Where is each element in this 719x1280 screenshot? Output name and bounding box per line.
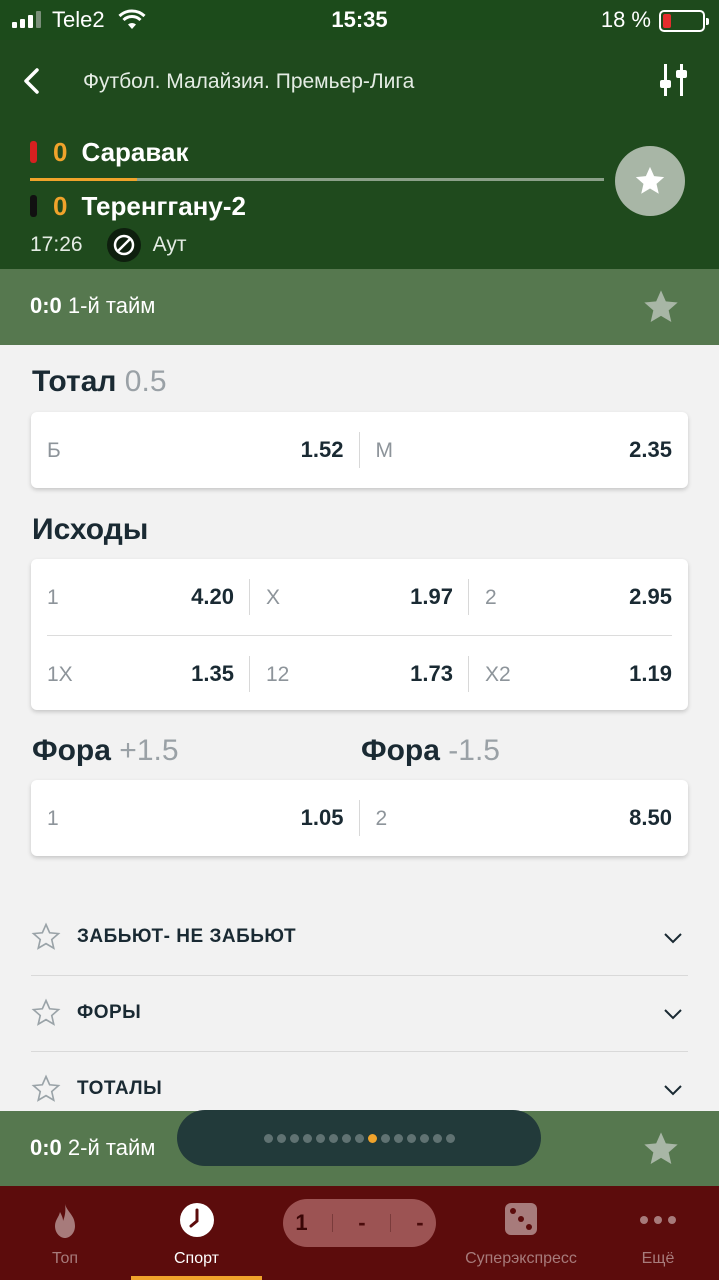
page-indicator[interactable]	[177, 1110, 541, 1166]
star-outline-icon[interactable]	[31, 922, 61, 952]
outcomes-card: 1 4.20 X 1.97 2 2.95 1X 1.35 12 1.73 X2 1.19	[31, 559, 688, 710]
team-away-name: Теренггану-2	[81, 190, 246, 221]
team-away-color-mark	[30, 195, 37, 217]
page-dot[interactable]	[263, 1133, 273, 1143]
status-bar: Tele2 15:35 18 %	[0, 0, 719, 40]
favorite-match-button[interactable]	[615, 146, 685, 216]
page-dot[interactable]	[445, 1133, 455, 1143]
page-dot[interactable]	[406, 1133, 416, 1143]
star-outline-icon[interactable]	[31, 1074, 61, 1104]
accordion-goals[interactable]: ЗАБЬЮТ- НЕ ЗАБЬЮТ	[31, 900, 688, 976]
team-home-row: 0 Саравак	[30, 132, 188, 172]
half-second-label: 0:0 2-й тайм	[30, 1135, 156, 1160]
odd-cell-2[interactable]: 2 2.95	[469, 559, 688, 635]
team-home-name: Саравак	[81, 136, 189, 167]
odd-cell-1x[interactable]: 1X 1.35	[31, 636, 250, 712]
chevron-down-icon	[664, 1085, 682, 1096]
page-dot[interactable]	[276, 1133, 286, 1143]
page-dot[interactable]	[354, 1133, 364, 1143]
team-home-color-mark	[30, 141, 37, 163]
total-section-title: Тотал 0.5	[32, 365, 167, 398]
half-first-label: 0:0 1-й тайм	[30, 293, 156, 318]
odd-cell-1[interactable]: 1 4.20	[31, 559, 250, 635]
match-header: Футбол. Малайзия. Премьер-Лига 0 Саравак…	[0, 40, 719, 269]
total-card: Б 1.52 М 2.35	[31, 412, 688, 488]
team-home-score: 0	[53, 136, 68, 167]
team-away-score: 0	[53, 190, 68, 221]
page-dot[interactable]	[367, 1133, 377, 1143]
tab-top[interactable]: Топ	[0, 1186, 130, 1280]
page-dot[interactable]	[380, 1133, 390, 1143]
filter-settings-icon[interactable]	[659, 62, 691, 98]
match-progress-bar	[30, 178, 604, 181]
star-outline-icon[interactable]	[31, 998, 61, 1028]
page-dot[interactable]	[432, 1133, 442, 1143]
odd-cell-x[interactable]: X 1.97	[250, 559, 469, 635]
chevron-down-icon	[664, 933, 682, 944]
tab-more[interactable]: Ещё	[597, 1186, 719, 1280]
fire-icon	[55, 1204, 75, 1238]
page-dot[interactable]	[419, 1133, 429, 1143]
odd-cell-x2[interactable]: X2 1.19	[469, 636, 688, 712]
match-clock: 17:26	[30, 233, 83, 256]
accordion-totals[interactable]: ТОТАЛЫ	[31, 1052, 688, 1111]
battery-icon	[659, 10, 709, 32]
accordion-handicaps[interactable]: ФОРЫ	[31, 976, 688, 1052]
team-away-row: 0 Теренггану-2	[30, 186, 246, 226]
handicap-home-title: Фора +1.5	[32, 734, 179, 767]
odd-cell-under[interactable]: М 2.35	[360, 412, 689, 488]
handicap-away-title: Фора -1.5	[361, 734, 500, 767]
chevron-down-icon	[664, 1009, 682, 1020]
dice-icon	[505, 1203, 537, 1235]
star-icon[interactable]	[641, 1129, 681, 1169]
battery-percentage: 18 %	[600, 7, 651, 32]
outcomes-section-title: Исходы	[32, 513, 149, 546]
page-dot[interactable]	[328, 1133, 338, 1143]
bet-coupon-button[interactable]: 1 - -	[283, 1199, 436, 1247]
league-title: Футбол. Малайзия. Премьер-Лига	[83, 70, 415, 93]
star-icon[interactable]	[641, 287, 681, 327]
tab-superexpress[interactable]: Суперэкспресс	[445, 1186, 597, 1280]
bottom-tab-bar: Топ Спорт 1 - - Суперэкспресс Ещё	[0, 1186, 719, 1280]
back-arrow-icon[interactable]	[18, 66, 48, 96]
match-event-label: Аут	[152, 233, 187, 256]
tab-sport[interactable]: Спорт	[131, 1186, 262, 1280]
match-info: 17:26 Аут	[30, 228, 186, 262]
page-dot[interactable]	[341, 1133, 351, 1143]
page-dot[interactable]	[289, 1133, 299, 1143]
handicap-card: 1 1.05 2 8.50	[31, 780, 688, 856]
more-dots-icon	[640, 1216, 676, 1224]
odd-cell-over[interactable]: Б 1.52	[31, 412, 360, 488]
markets-content: Тотал 0.5 Б 1.52 М 2.35 Исходы 1 4.20 X 1.…	[0, 345, 719, 1111]
page-dot[interactable]	[302, 1133, 312, 1143]
star-icon	[635, 166, 665, 194]
page-dot[interactable]	[315, 1133, 325, 1143]
page-dot[interactable]	[393, 1133, 403, 1143]
out-event-icon	[106, 228, 141, 262]
half-bar-first[interactable]: 0:0 1-й тайм	[0, 269, 719, 345]
odd-cell-handicap-1[interactable]: 1 1.05	[31, 780, 360, 856]
odd-cell-handicap-2[interactable]: 2 8.50	[360, 780, 689, 856]
clock-icon	[179, 1203, 214, 1237]
odd-cell-12[interactable]: 12 1.73	[250, 636, 469, 712]
